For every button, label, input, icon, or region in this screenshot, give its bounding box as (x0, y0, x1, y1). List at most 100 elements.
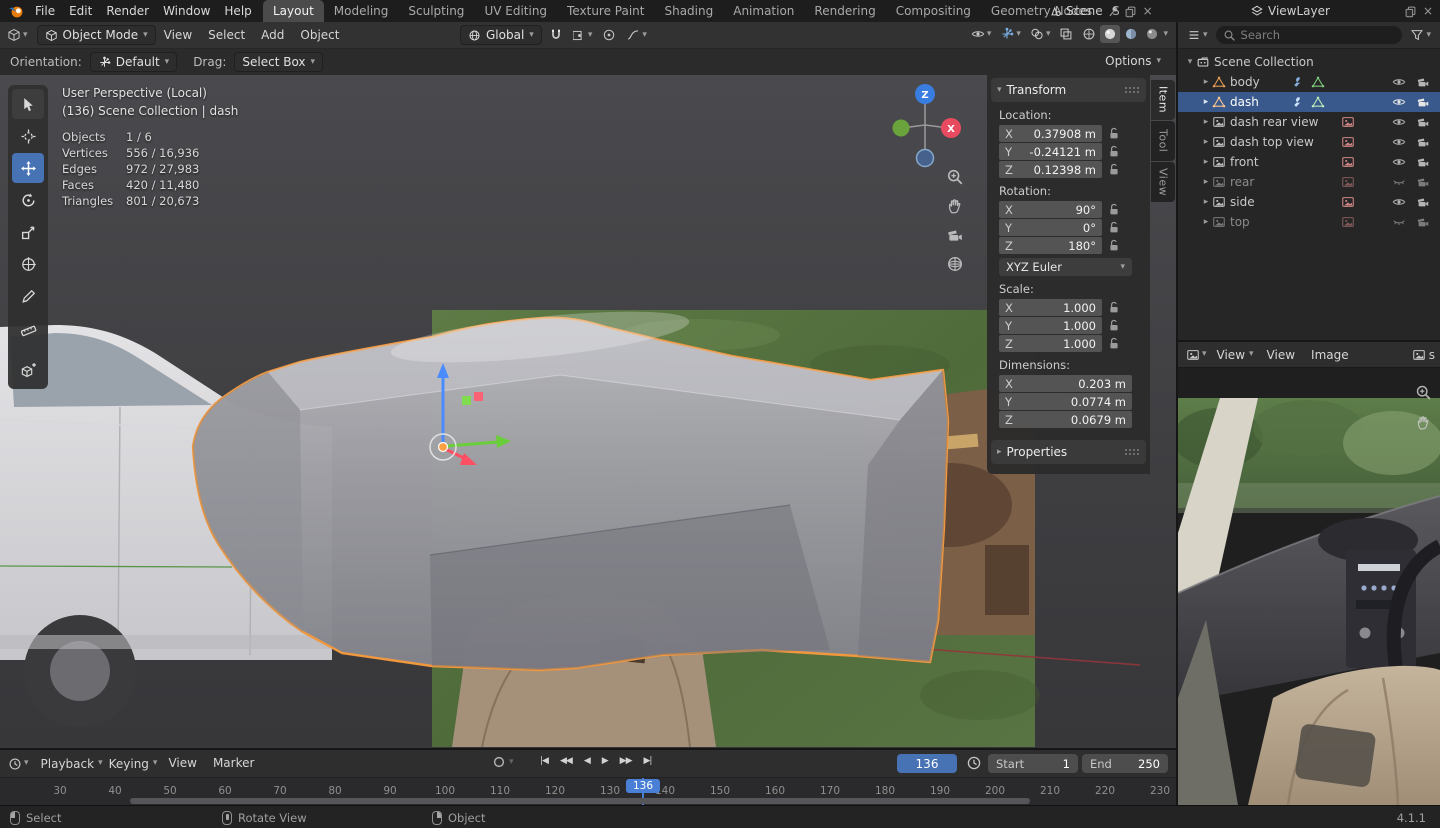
tool-move[interactable] (12, 153, 44, 183)
hide-eye-icon[interactable] (1392, 95, 1406, 109)
image-editor-type-button[interactable]: ▾ (1183, 346, 1210, 364)
disable-render-camera-icon[interactable] (1416, 215, 1430, 229)
viewlayer-icon[interactable] (1250, 4, 1264, 18)
disable-render-camera-icon[interactable] (1416, 195, 1430, 209)
location-y-field[interactable]: Y -0.24121 m (999, 143, 1102, 160)
viewport-3d[interactable]: Z X User Perspective (Local) (136) Scene… (0, 75, 1176, 748)
new-scene-icon[interactable] (1124, 5, 1137, 18)
image-editor-mode-dropdown[interactable]: View ▾ (1214, 346, 1257, 364)
menu-edit[interactable]: Edit (62, 0, 99, 22)
disable-render-camera-icon[interactable] (1416, 95, 1430, 109)
timeline-menu-marker[interactable]: Marker (205, 750, 262, 777)
outliner-item-label[interactable]: dash rear view (1230, 115, 1318, 129)
outliner-item-label[interactable]: side (1230, 195, 1255, 209)
outliner-row-front[interactable]: ▸ front (1178, 152, 1440, 172)
tool-annotate[interactable] (12, 281, 44, 311)
image-name-label[interactable]: s (1429, 348, 1435, 362)
outliner-item-label[interactable]: rear (1230, 175, 1254, 189)
ortho-toggle-icon[interactable] (946, 255, 964, 273)
expand-icon[interactable]: ▸ (1200, 97, 1212, 107)
scale-y-field[interactable]: Y 1.000 (999, 317, 1102, 334)
tool-transform[interactable] (12, 249, 44, 279)
viewport-menu-object[interactable]: Object (292, 22, 347, 49)
tool-select-box[interactable] (12, 89, 44, 119)
play-button[interactable]: ▶ (599, 753, 611, 769)
menu-render[interactable]: Render (99, 0, 156, 22)
image-data-icon[interactable] (1341, 175, 1355, 189)
jump-to-start-button[interactable]: |◀ (537, 753, 551, 769)
outliner-row-dash-rear-view[interactable]: ▸ dash rear view (1178, 112, 1440, 132)
use-preview-range-icon[interactable] (966, 755, 982, 771)
zoom-icon[interactable] (1415, 384, 1432, 401)
nav-axis-y-ball[interactable] (892, 119, 910, 137)
expand-icon[interactable]: ▸ (1200, 117, 1212, 127)
timeline-scrollbar[interactable] (130, 798, 1030, 804)
hide-eye-closed-icon[interactable] (1392, 175, 1406, 189)
play-reverse-button[interactable]: ◀ (581, 753, 593, 769)
outliner-row-side[interactable]: ▸ side (1178, 192, 1440, 212)
viewport-menu-add[interactable]: Add (253, 22, 292, 49)
sidebar-tab-view[interactable]: View (1151, 162, 1175, 202)
prev-keyframe-button[interactable]: ◀◀ (557, 753, 575, 769)
mode-dropdown[interactable]: Object Mode ▾ (36, 25, 156, 45)
image-data-icon[interactable] (1341, 195, 1355, 209)
lock-icon[interactable] (1109, 301, 1119, 314)
xray-toggle[interactable] (1056, 25, 1076, 43)
expand-icon[interactable]: ▸ (1200, 217, 1212, 227)
hide-eye-icon[interactable] (1392, 75, 1406, 89)
menu-window[interactable]: Window (156, 0, 217, 22)
next-keyframe-button[interactable]: ▶▶ (617, 753, 635, 769)
workspace-tab-shading[interactable]: Shading (654, 0, 723, 22)
show-overlays-toggle[interactable]: ▾ (1027, 25, 1054, 43)
show-gizmos-toggle[interactable]: ▾ (997, 25, 1024, 43)
menu-help[interactable]: Help (217, 0, 258, 22)
modifier-wrench-icon[interactable] (1289, 95, 1303, 109)
nav-axis-negz-ball[interactable] (915, 148, 935, 168)
menu-file[interactable]: File (28, 0, 62, 22)
lock-icon[interactable] (1109, 145, 1119, 158)
object-visibility-dropdown[interactable]: ▾ (968, 25, 995, 43)
proportional-edit-toggle[interactable] (599, 26, 619, 44)
outliner-item-label[interactable]: body (1230, 75, 1260, 89)
image-data-icon[interactable] (1341, 115, 1355, 129)
remove-viewlayer-icon[interactable]: × (1421, 4, 1435, 18)
mesh-data-icon[interactable] (1311, 75, 1325, 89)
blender-logo-icon[interactable] (8, 3, 24, 19)
scale-z-field[interactable]: Z 1.000 (999, 335, 1102, 352)
options-dropdown[interactable]: Options ▾ (1102, 52, 1164, 70)
orientation-dropdown[interactable]: Default ▾ (89, 52, 178, 72)
hide-eye-icon[interactable] (1392, 195, 1406, 209)
location-x-field[interactable]: X 0.37908 m (999, 125, 1102, 142)
lock-icon[interactable] (1109, 319, 1119, 332)
workspace-tab-texture-paint[interactable]: Texture Paint (557, 0, 654, 22)
hide-eye-closed-icon[interactable] (1392, 215, 1406, 229)
lock-icon[interactable] (1109, 203, 1119, 216)
shading-wireframe-button[interactable] (1079, 25, 1099, 43)
hide-eye-icon[interactable] (1392, 155, 1406, 169)
tool-cursor[interactable] (12, 121, 44, 151)
pin-icon[interactable] (1107, 5, 1120, 18)
browse-image-icon[interactable] (1412, 348, 1426, 362)
proportional-falloff-dropdown[interactable]: ▾ (623, 26, 650, 44)
viewport-menu-view[interactable]: View (156, 22, 200, 49)
sidebar-tab-tool[interactable]: Tool (1151, 121, 1175, 161)
outliner-search[interactable] (1215, 26, 1403, 44)
editor-type-button[interactable]: ▾ (4, 26, 31, 44)
expand-icon[interactable]: ▸ (1200, 177, 1212, 187)
outliner-row-top[interactable]: ▸ top (1178, 212, 1440, 232)
image-data-icon[interactable] (1341, 135, 1355, 149)
collapse-icon[interactable]: ▾ (1184, 57, 1196, 67)
reference-image-canvas[interactable] (1178, 368, 1440, 805)
search-input[interactable] (1240, 28, 1396, 42)
dimensions-x-field[interactable]: X 0.203 m (999, 375, 1132, 392)
viewport-menu-select[interactable]: Select (200, 22, 253, 49)
timeline-ruler[interactable]: 30 40 50 60 70 80 90 100 110 120 130 140… (0, 777, 1176, 806)
panel-grip[interactable] (1124, 448, 1140, 456)
outliner-filter-dropdown[interactable]: ▾ (1407, 26, 1434, 44)
outliner-item-label[interactable]: Scene Collection (1214, 55, 1314, 69)
workspace-tab-rendering[interactable]: Rendering (804, 0, 885, 22)
outliner-item-label[interactable]: dash top view (1230, 135, 1314, 149)
scene-name[interactable]: Scene (1066, 4, 1103, 18)
timeline-editor-type-button[interactable]: ▾ (5, 755, 32, 773)
disable-render-camera-icon[interactable] (1416, 175, 1430, 189)
